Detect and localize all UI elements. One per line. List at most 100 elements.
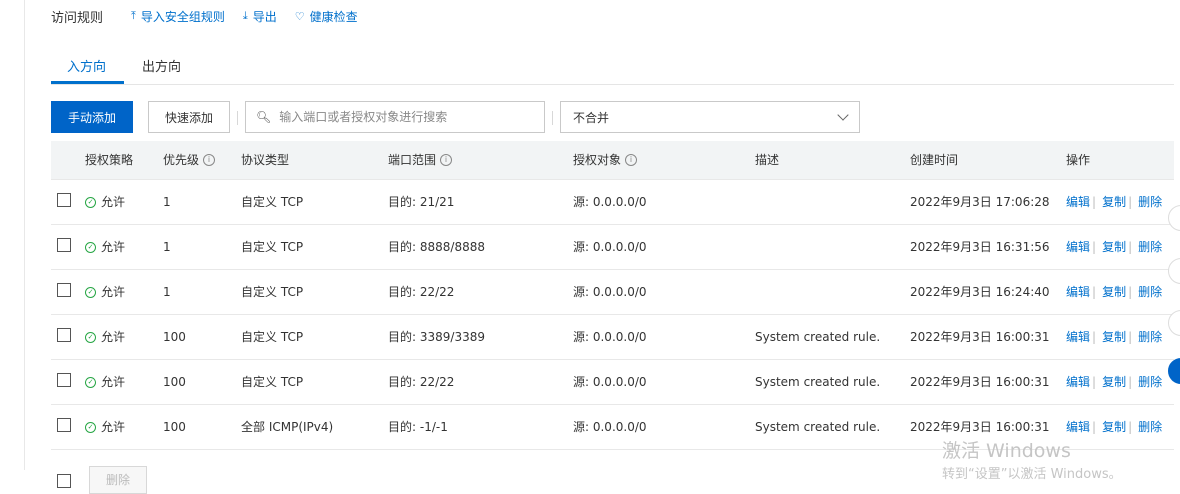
created-time-cell: 2022年9月3日 16:00:31 bbox=[910, 375, 1050, 389]
priority-cell: 1 bbox=[163, 195, 171, 209]
copy-link[interactable]: 复制 bbox=[1102, 405, 1126, 449]
policy-label: 允许 bbox=[101, 420, 126, 434]
page-title: 访问规则 bbox=[51, 10, 104, 26]
copy-link[interactable]: 复制 bbox=[1102, 180, 1126, 224]
import-security-group-rules-link[interactable]: ⤒ 导入安全组规则 bbox=[131, 8, 225, 25]
description-cell: System created rule. bbox=[755, 330, 881, 344]
port-range-cell: 目的: 3389/3389 bbox=[388, 330, 485, 344]
row-checkbox[interactable] bbox=[57, 283, 71, 297]
chevron-down-icon bbox=[837, 109, 849, 121]
merge-select[interactable]: 不合并 bbox=[560, 101, 860, 133]
delete-link[interactable]: 删除 bbox=[1138, 360, 1162, 404]
delete-link[interactable]: 删除 bbox=[1138, 225, 1162, 269]
check-circle-icon: ✓ bbox=[85, 376, 96, 388]
select-all-checkbox[interactable] bbox=[57, 474, 71, 488]
quick-add-button[interactable]: 快速添加 bbox=[148, 101, 230, 133]
row-checkbox[interactable] bbox=[57, 193, 71, 207]
policy-label: 允许 bbox=[101, 195, 126, 209]
left-border bbox=[24, 0, 25, 470]
col-priority: 优先级 i bbox=[163, 141, 216, 179]
edit-link[interactable]: 编辑 bbox=[1066, 225, 1090, 269]
actions-cell: 编辑 | 复制 | 删除 bbox=[1066, 180, 1162, 224]
port-range-cell: 目的: -1/-1 bbox=[388, 420, 448, 434]
action-separator: | bbox=[1092, 240, 1097, 254]
table-header: 授权策略 优先级 i 协议类型 端口范围 i 授权对象 i 描述 创建时间 操作 bbox=[51, 141, 1174, 180]
actions-cell: 编辑 | 复制 | 删除 bbox=[1066, 315, 1162, 359]
check-circle-icon: ✓ bbox=[85, 286, 96, 298]
delete-link[interactable]: 删除 bbox=[1138, 270, 1162, 314]
protocol-cell: 全部 ICMP(IPv4) bbox=[241, 420, 334, 434]
policy-label: 允许 bbox=[101, 240, 126, 254]
batch-delete-button[interactable]: 删除 bbox=[89, 466, 147, 494]
actions-cell: 编辑 | 复制 | 删除 bbox=[1066, 405, 1162, 449]
protocol-cell: 自定义 TCP bbox=[241, 240, 304, 254]
check-circle-icon: ✓ bbox=[85, 421, 96, 433]
policy-cell: ✓ 允许 bbox=[85, 405, 125, 449]
policy-label: 允许 bbox=[101, 330, 126, 344]
health-check-label: 健康检查 bbox=[309, 9, 358, 24]
delete-link[interactable]: 删除 bbox=[1138, 405, 1162, 449]
info-icon[interactable]: i bbox=[440, 154, 453, 166]
created-time-cell: 2022年9月3日 16:00:31 bbox=[910, 330, 1050, 344]
edit-link[interactable]: 编辑 bbox=[1066, 270, 1090, 314]
policy-cell: ✓ 允许 bbox=[85, 270, 125, 314]
policy-cell: ✓ 允许 bbox=[85, 180, 125, 224]
col-policy: 授权策略 bbox=[85, 153, 134, 167]
port-range-cell: 目的: 8888/8888 bbox=[388, 240, 485, 254]
copy-link[interactable]: 复制 bbox=[1102, 270, 1126, 314]
info-icon[interactable]: i bbox=[203, 154, 216, 166]
manual-add-button[interactable]: 手动添加 bbox=[51, 101, 133, 133]
check-circle-icon: ✓ bbox=[85, 196, 96, 208]
row-checkbox[interactable] bbox=[57, 373, 71, 387]
check-circle-icon: ✓ bbox=[85, 331, 96, 343]
action-separator: | bbox=[1128, 375, 1133, 389]
toolbar-divider bbox=[552, 111, 553, 125]
source-cell: 源: 0.0.0.0/0 bbox=[573, 240, 647, 254]
rules-table: 授权策略 优先级 i 协议类型 端口范围 i 授权对象 i 描述 创建时间 操作 ✓ 允… bbox=[51, 141, 1174, 450]
source-cell: 源: 0.0.0.0/0 bbox=[573, 420, 647, 434]
actions-cell: 编辑 | 复制 | 删除 bbox=[1066, 225, 1162, 269]
description-cell: System created rule. bbox=[755, 420, 881, 434]
edit-link[interactable]: 编辑 bbox=[1066, 315, 1090, 359]
col-protocol: 协议类型 bbox=[241, 153, 290, 167]
delete-link[interactable]: 删除 bbox=[1138, 180, 1162, 224]
row-checkbox[interactable] bbox=[57, 328, 71, 342]
search-input[interactable] bbox=[277, 109, 532, 125]
tab-outbound[interactable]: 出方向 bbox=[142, 56, 181, 75]
row-checkbox[interactable] bbox=[57, 418, 71, 432]
col-port-range: 端口范围 i bbox=[388, 141, 453, 179]
delete-link[interactable]: 删除 bbox=[1138, 315, 1162, 359]
action-separator: | bbox=[1092, 195, 1097, 209]
toolbar-divider bbox=[237, 111, 238, 125]
edit-link[interactable]: 编辑 bbox=[1066, 180, 1090, 224]
protocol-cell: 自定义 TCP bbox=[241, 195, 304, 209]
table-body: ✓ 允许 1 自定义 TCP 目的: 21/21 源: 0.0.0.0/0 2022年9月3… bbox=[51, 180, 1174, 450]
active-tab-indicator bbox=[51, 81, 124, 84]
table-row: ✓ 允许 1 自定义 TCP 目的: 8888/8888 源: 0.0.0.0/0 2022… bbox=[51, 225, 1174, 270]
action-separator: | bbox=[1092, 285, 1097, 299]
policy-label: 允许 bbox=[101, 375, 126, 389]
copy-link[interactable]: 复制 bbox=[1102, 225, 1126, 269]
row-checkbox[interactable] bbox=[57, 238, 71, 252]
import-security-group-rules-label: 导入安全组规则 bbox=[140, 9, 225, 24]
copy-link[interactable]: 复制 bbox=[1102, 315, 1126, 359]
health-check-link[interactable]: ♡ 健康检查 bbox=[295, 8, 358, 25]
info-icon[interactable]: i bbox=[625, 154, 638, 166]
protocol-cell: 自定义 TCP bbox=[241, 375, 304, 389]
edit-link[interactable]: 编辑 bbox=[1066, 360, 1090, 404]
actions-cell: 编辑 | 复制 | 删除 bbox=[1066, 270, 1162, 314]
search-box[interactable]: 🔍︎ bbox=[245, 101, 545, 133]
priority-cell: 100 bbox=[163, 375, 186, 389]
search-icon: 🔍︎ bbox=[256, 110, 272, 124]
copy-link[interactable]: 复制 bbox=[1102, 360, 1126, 404]
action-separator: | bbox=[1128, 420, 1133, 434]
policy-cell: ✓ 允许 bbox=[85, 360, 125, 404]
tab-inbound[interactable]: 入方向 bbox=[67, 56, 106, 75]
source-cell: 源: 0.0.0.0/0 bbox=[573, 330, 647, 344]
table-row: ✓ 允许 100 自定义 TCP 目的: 3389/3389 源: 0.0.0.0/0 Sy… bbox=[51, 315, 1174, 360]
activate-windows-hint: 转到“设置”以激活 Windows。 bbox=[942, 467, 1122, 482]
source-cell: 源: 0.0.0.0/0 bbox=[573, 285, 647, 299]
created-time-cell: 2022年9月3日 17:06:28 bbox=[910, 195, 1050, 209]
export-link[interactable]: ⤓ 导出 bbox=[243, 8, 277, 25]
direction-tabs: 入方向 出方向 bbox=[51, 44, 1174, 85]
